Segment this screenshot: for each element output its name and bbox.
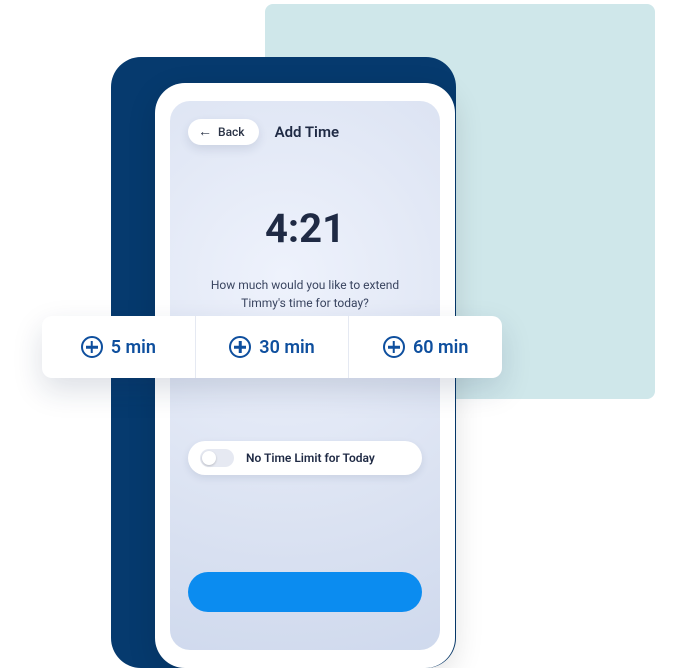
option-30min[interactable]: 30 min [195,316,349,378]
back-label: Back [218,125,245,139]
plus-icon [229,336,251,358]
time-options-bar: 5 min 30 min 60 min [42,316,502,378]
time-display: 4:21 [188,205,422,252]
header: ← Back Add Time [188,119,422,145]
no-limit-row[interactable]: No Time Limit for Today [188,441,422,475]
plus-icon [383,336,405,358]
confirm-button[interactable] [188,572,422,612]
page-title: Add Time [275,123,339,141]
prompt-text: How much would you like to extend Timmy'… [188,276,422,312]
option-5min[interactable]: 5 min [42,316,195,378]
plus-icon [81,336,103,358]
no-limit-label: No Time Limit for Today [246,451,375,465]
option-label: 5 min [111,337,156,358]
back-button[interactable]: ← Back [188,119,259,145]
arrow-left-icon: ← [198,125,212,139]
option-label: 30 min [259,337,314,358]
option-label: 60 min [413,337,468,358]
no-limit-toggle[interactable] [200,449,234,467]
toggle-knob-icon [202,451,216,465]
option-60min[interactable]: 60 min [348,316,502,378]
